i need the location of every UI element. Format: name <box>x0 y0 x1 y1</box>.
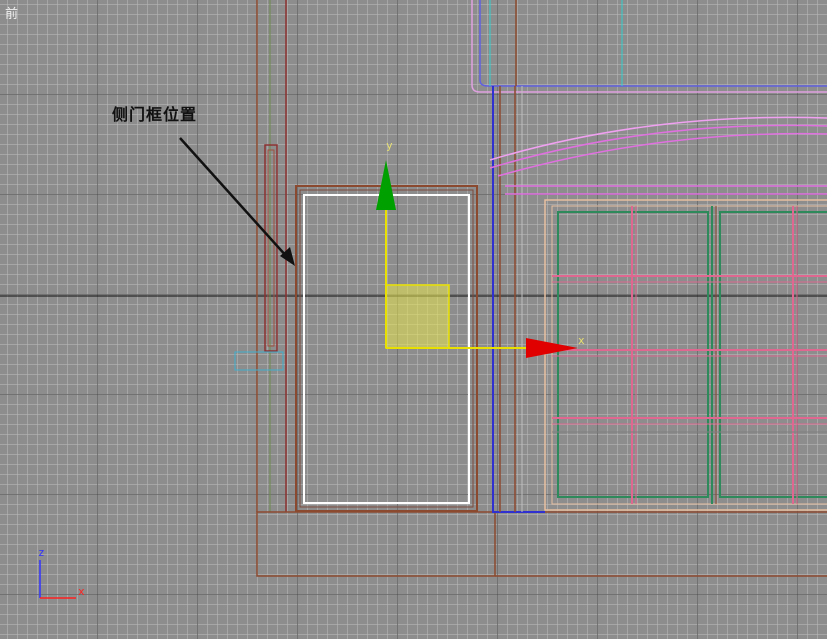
gizmo-x-label: x <box>578 334 585 347</box>
blue-post[interactable] <box>492 86 545 513</box>
gizmo-xy-plane[interactable] <box>385 284 450 349</box>
upper-frame[interactable] <box>471 0 827 93</box>
base-boxes[interactable] <box>256 511 827 577</box>
window-frame[interactable] <box>544 199 827 511</box>
gizmo-y-label: y <box>386 139 393 152</box>
tripod-x-label: x <box>78 585 85 598</box>
front-viewport[interactable]: 前 侧门框位置 y x z x <box>0 0 827 639</box>
annotation-text: 侧门框位置 <box>112 105 198 124</box>
viewport-label[interactable]: 前 <box>5 3 18 22</box>
axis-tripod <box>39 560 76 599</box>
tripod-z-label: z <box>38 546 45 559</box>
left-post[interactable] <box>234 0 287 512</box>
scene-wireframe[interactable] <box>0 0 827 639</box>
arch-curves[interactable] <box>489 116 827 195</box>
